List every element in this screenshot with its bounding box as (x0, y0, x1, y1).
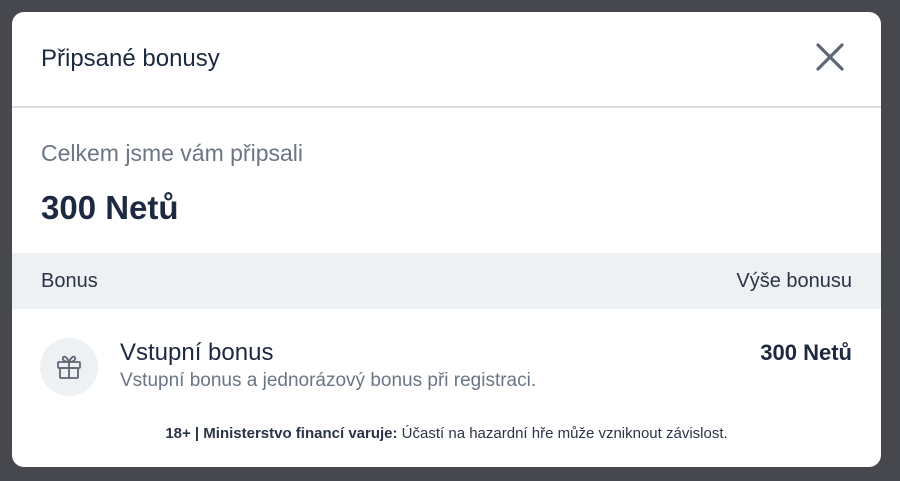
close-button[interactable] (813, 40, 847, 74)
modal-title: Připsané bonusy (41, 45, 220, 72)
column-amount: Výše bonusu (736, 269, 852, 292)
modal-header: Připsané bonusy (12, 12, 881, 108)
warning-text: Účastí na hazardní hře může vzniknout zá… (397, 425, 728, 442)
column-bonus: Bonus (41, 269, 98, 292)
bonus-amount: 300 Netů (760, 340, 852, 365)
warning-bold: 18+ | Ministerstvo financí varuje: (165, 425, 398, 442)
bonus-summary: Celkem jsme vám připsali 300 Netů (12, 108, 881, 253)
bonus-description: Vstupní bonus a jednorázový bonus při re… (120, 370, 537, 391)
summary-total: 300 Netů (41, 189, 179, 226)
bonus-row: Vstupní bonus Vstupní bonus a jednorázov… (12, 309, 881, 399)
summary-label: Celkem jsme vám připsali (41, 140, 304, 166)
gift-icon-badge (40, 338, 98, 396)
bonus-title: Vstupní bonus (120, 339, 274, 366)
gift-icon (57, 355, 81, 379)
gambling-warning: 18+ | Ministerstvo financí varuje: Účast… (12, 425, 881, 442)
bonuses-modal: Připsané bonusy Celkem jsme vám připsali… (12, 12, 881, 467)
close-icon (816, 43, 844, 71)
bonus-table-header: Bonus Výše bonusu (12, 253, 881, 309)
